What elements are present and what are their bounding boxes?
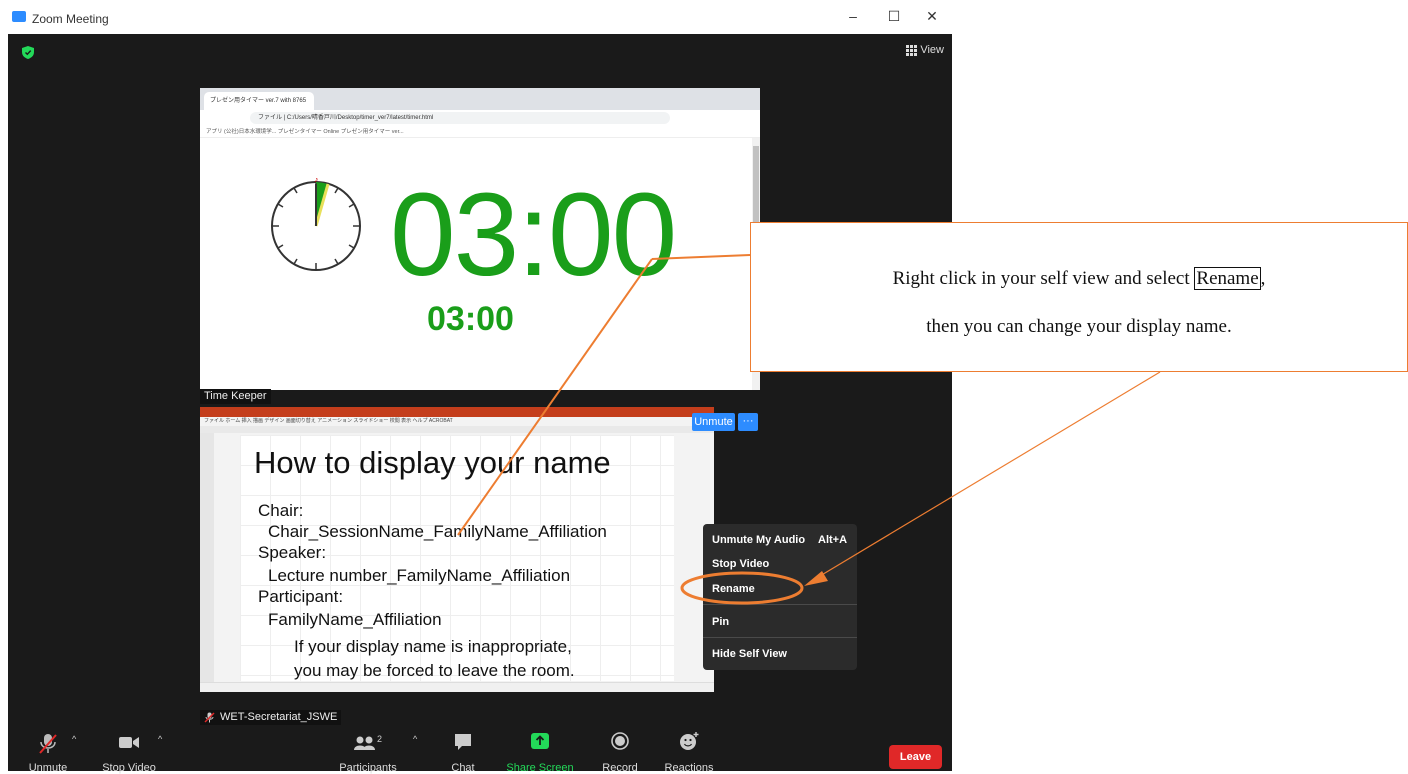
ppt-titlebar <box>200 407 714 417</box>
video-camera-icon <box>119 737 139 748</box>
slide-line: Participant: <box>258 587 344 606</box>
chat-button[interactable]: Chat <box>443 728 483 774</box>
callout-text: Right click in your self view and select <box>892 268 1195 289</box>
timer-sub-display: 03:00 <box>427 300 514 338</box>
callout-line-2: then you can change your display name. <box>926 316 1232 337</box>
ppt-statusbar <box>200 682 714 692</box>
slide-line: FamilyName_Affiliation <box>268 610 442 629</box>
browser-bookmarks-bar: アプリ (公社)日本水環境学... プレゼンタイマー Online プレゼン用タ… <box>200 126 760 138</box>
analog-clock-icon: ♪ <box>271 178 361 271</box>
menu-item-label: Unmute My Audio <box>712 534 806 546</box>
self-view-context-menu: Unmute My Audio Alt+A Stop Video Rename … <box>703 524 857 670</box>
slide-title: How to display your name <box>254 445 611 480</box>
self-name-label: WET-Secretariat_JSWE <box>220 711 338 723</box>
slide-line: you may be forced to leave the room. <box>294 661 575 680</box>
slide-line: Chair_SessionName_FamilyName_Affiliation <box>268 522 607 541</box>
maximize-button[interactable]: ☐ <box>884 8 904 25</box>
slide-canvas: How to display your name Chair: Chair_Se… <box>240 435 674 681</box>
minimize-button[interactable]: – <box>843 8 863 24</box>
browser-tab[interactable]: プレゼン用タイマー ver.7 with 8765 <box>204 92 314 110</box>
audio-options-caret-icon[interactable]: ^ <box>72 734 76 744</box>
stop-video-label: Stop Video <box>102 762 156 774</box>
record-button[interactable]: Record <box>600 728 640 774</box>
muted-mic-icon <box>204 712 215 723</box>
record-icon <box>611 732 629 750</box>
timer-main-display: 03:00 <box>390 169 677 301</box>
reactions-label: Reactions <box>664 762 714 774</box>
participants-icon: 2 <box>354 734 382 750</box>
unmute-button[interactable]: Unmute <box>28 728 68 774</box>
muted-microphone-icon <box>39 734 57 754</box>
browser-address-bar[interactable]: ファイル | C:/Users/晴香戸川/Desktop/timer_ver7/… <box>250 112 670 124</box>
view-button[interactable]: View <box>906 44 944 56</box>
self-view-shared-slide[interactable]: ファイル ホーム 挿入 描画 デザイン 画面切り替え アニメーション スライドシ… <box>200 407 714 692</box>
callout-line-1: Right click in your self view and select… <box>751 267 1407 290</box>
video-options-caret-icon[interactable]: ^ <box>158 734 162 744</box>
security-shield-icon[interactable] <box>22 46 34 59</box>
menu-separator <box>703 604 857 605</box>
leave-meeting-button[interactable]: Leave <box>889 745 942 769</box>
menu-item-hide-self-view[interactable]: Hide Self View <box>712 648 787 660</box>
view-label: View <box>920 44 944 56</box>
reactions-smiley-icon <box>680 732 699 750</box>
menu-separator <box>703 637 857 638</box>
participants-caret-icon[interactable]: ^ <box>413 734 417 744</box>
slide-line: Chair: <box>258 501 304 520</box>
zoom-app-icon <box>12 11 26 22</box>
unmute-label: Unmute <box>28 762 68 774</box>
browser-toolbar: ファイル | C:/Users/晴香戸川/Desktop/timer_ver7/… <box>200 110 760 127</box>
svg-text:♪: ♪ <box>314 178 319 184</box>
window-title: Zoom Meeting <box>32 12 109 26</box>
share-screen-label: Share Screen <box>506 762 574 774</box>
close-button[interactable]: ✕ <box>922 8 942 25</box>
stop-video-button[interactable]: Stop Video <box>102 728 156 774</box>
slide-line: If your display name is inappropriate, <box>294 637 572 656</box>
record-label: Record <box>602 762 638 774</box>
chat-label: Chat <box>451 762 475 774</box>
menu-item-unmute-audio[interactable]: Unmute My Audio Alt+A <box>712 534 847 546</box>
menu-item-shortcut: Alt+A <box>818 534 848 546</box>
menu-item-stop-video[interactable]: Stop Video <box>712 558 769 570</box>
share-screen-icon <box>531 733 549 749</box>
menu-item-pin[interactable]: Pin <box>712 616 729 628</box>
window-titlebar: Zoom Meeting – ☐ ✕ <box>0 0 952 34</box>
menu-item-rename[interactable]: Rename <box>712 583 755 595</box>
callout-punctuation: , <box>1260 268 1266 289</box>
shared-screen-timer: プレゼン用タイマー ver.7 with 8765 ファイル | C:/User… <box>200 88 760 390</box>
share-screen-button[interactable]: Share Screen <box>506 728 574 774</box>
ppt-ruler <box>200 426 714 433</box>
video-more-options-button[interactable]: ··· <box>738 413 758 431</box>
browser-tab-strip: プレゼン用タイマー ver.7 with 8765 <box>200 88 760 110</box>
slide-line: Speaker: <box>258 543 327 562</box>
video-unmute-button[interactable]: Unmute <box>692 413 735 431</box>
participant-name-time-keeper: Time Keeper <box>200 389 271 404</box>
participants-button[interactable]: 2 Participants <box>338 728 398 774</box>
grid-view-icon <box>906 45 918 56</box>
meeting-toolbar: Unmute ^ Stop Video ^ 2 Participants ^ C… <box>8 728 952 774</box>
participants-label: Participants <box>339 762 397 774</box>
callout-highlight-rename: Rename <box>1194 267 1261 290</box>
instruction-callout: Right click in your self view and select… <box>750 222 1408 372</box>
ppt-vertical-ruler <box>200 433 214 683</box>
slide-line: Lecture number_FamilyName_Affiliation <box>268 566 571 585</box>
participant-name-self: WET-Secretariat_JSWE <box>200 710 342 725</box>
chat-bubble-icon <box>455 734 471 750</box>
ppt-ribbon-tabs: ファイル ホーム 挿入 描画 デザイン 画面切り替え アニメーション スライドシ… <box>200 417 714 426</box>
svg-text:2: 2 <box>377 734 382 744</box>
reactions-button[interactable]: Reactions <box>665 728 713 774</box>
